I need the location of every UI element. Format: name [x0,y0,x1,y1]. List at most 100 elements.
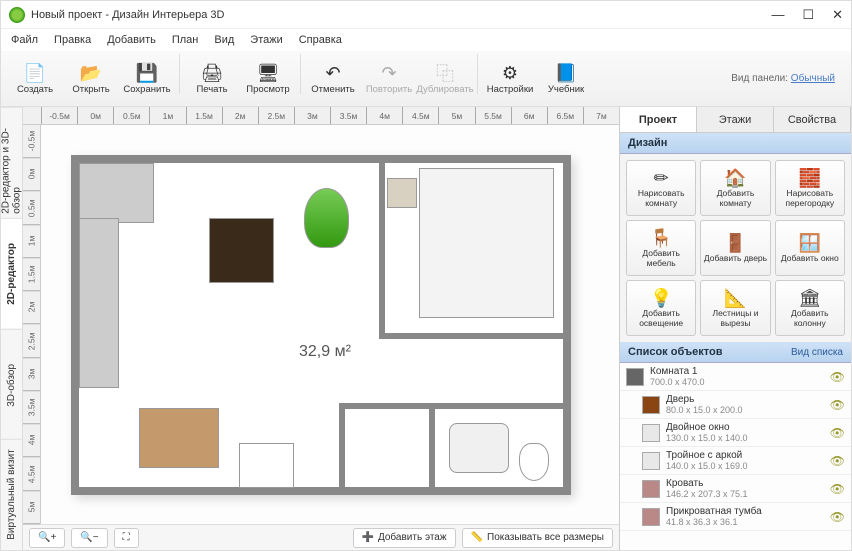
stove[interactable] [239,443,294,488]
room-outline[interactable]: 32,9 м² [71,155,571,495]
visibility-icon[interactable]: 👁 [830,482,845,496]
toolbar-создать[interactable]: 📄Создать [7,54,63,104]
minimize-button[interactable]: — [771,7,784,23]
menu-file[interactable]: Файл [11,34,38,46]
vtab-3[interactable]: Виртуальный визит [1,439,22,550]
ruler-tick: 5.5м [475,107,511,124]
zoom-out-button[interactable]: 🔍− [71,528,107,548]
menu-floors[interactable]: Этажи [250,34,282,46]
canvas-bottombar: 🔍+ 🔍− ⛶ ➕ Добавить этаж 📏 Показывать все… [23,524,619,550]
object-row[interactable]: Двойное окно130.0 x 15.0 x 140.0👁 [620,419,851,447]
object-icon [642,396,660,414]
bathtub[interactable] [449,423,509,473]
object-name: Дверь [666,394,824,405]
design-нарисовать-перегородку[interactable]: 🧱Нарисовать перегородку [775,160,845,216]
visibility-icon[interactable]: 👁 [830,370,845,384]
show-all-sizes-button[interactable]: 📏 Показывать все размеры [462,528,613,548]
object-dims: 700.0 x 470.0 [650,377,824,387]
ruler-tick: 2м [222,107,258,124]
nightstand[interactable] [387,178,417,208]
object-row[interactable]: Комната 1700.0 x 470.0👁 [620,363,851,391]
ruler-tick: 2.5м [258,107,294,124]
objectlist-view-link[interactable]: Вид списка [791,347,843,358]
object-row[interactable]: Кровать146.2 x 207.3 x 75.1 👁 [620,475,851,503]
дублировать-icon: ⿻ [434,62,456,84]
vtab-2[interactable]: 3D-обзор [1,329,22,440]
design-нарисовать-комнату[interactable]: ✏Нарисовать комнату [626,160,696,216]
close-button[interactable]: ✕ [832,7,843,23]
zoom-fit-button[interactable]: ⛶ [114,528,139,548]
object-dims: 146.2 x 207.3 x 75.1 [666,489,824,499]
toolbar-открыть[interactable]: 📂Открыть [63,54,119,104]
design-grid: ✏Нарисовать комнату🏠Добавить комнату🧱Нар… [620,154,851,342]
wall[interactable] [339,403,563,409]
visibility-icon[interactable]: 👁 [830,454,845,468]
toolbar-сохранить[interactable]: 💾Сохранить [119,54,175,104]
design-item-label: Добавить освещение [629,308,693,328]
design-добавить-колонну[interactable]: 🏛Добавить колонну [775,280,845,336]
wall[interactable] [379,163,385,333]
titlebar: Новый проект - Дизайн Интерьера 3D — ☐ ✕ [1,1,851,29]
design-добавить-комнату[interactable]: 🏠Добавить комнату [700,160,770,216]
object-name: Кровать [666,478,824,489]
toolbar-label: Отменить [311,84,354,95]
tab-project[interactable]: Проект [620,107,697,132]
design-добавить-окно[interactable]: 🪟Добавить окно [775,220,845,276]
toolbar-настройки[interactable]: ⚙Настройки [482,54,538,104]
menu-add[interactable]: Добавить [107,34,156,46]
bed[interactable] [419,168,554,318]
design-лестницы-и-вырезы[interactable]: 📐Лестницы и вырезы [700,280,770,336]
table[interactable] [209,218,274,283]
ruler-tick: 1.5м [23,258,40,291]
room-area-label: 32,9 м² [299,343,351,361]
menu-view[interactable]: Вид [214,34,234,46]
vtab-1[interactable]: 2D-редактор [1,218,22,329]
wall[interactable] [429,403,435,493]
design-добавить-мебель[interactable]: 🪑Добавить мебель [626,220,696,276]
panel-mode-link[interactable]: Обычный [791,73,835,84]
design-item-icon: 🧱 [799,168,821,188]
tab-floors[interactable]: Этажи [697,107,774,132]
visibility-icon[interactable]: 👁 [830,510,845,524]
object-row[interactable]: Дверь80.0 x 15.0 x 200.0👁 [620,391,851,419]
design-item-label: Нарисовать перегородку [778,188,842,208]
toolbar-label: Печать [196,84,227,95]
canvas-area: -0.5м0м0.5м1м1.5м2м2.5м3м3.5м4м4.5м5м5.5… [23,107,619,550]
toolbar-учебник[interactable]: 📘Учебник [538,54,594,104]
object-row[interactable]: Прикроватная тумба41.8 x 36.3 x 36.1👁 [620,503,851,531]
sofa[interactable] [79,218,119,388]
floorplan-canvas[interactable]: 32,9 м² [41,125,619,524]
ruler-tick: 4м [23,424,40,457]
toolbar-отменить[interactable]: ↶Отменить [305,54,361,104]
visibility-icon[interactable]: 👁 [830,398,845,412]
design-добавить-дверь[interactable]: 🚪Добавить дверь [700,220,770,276]
toilet[interactable] [519,443,549,481]
zoom-in-button[interactable]: 🔍+ [29,528,65,548]
toolbar-label: Создать [17,84,53,95]
ruler-tick: 1м [149,107,185,124]
menu-edit[interactable]: Правка [54,34,91,46]
toolbar-label: Сохранить [123,84,170,95]
toolbar-печать[interactable]: 🖨Печать [184,54,240,104]
wall[interactable] [339,403,345,493]
wall[interactable] [379,333,563,339]
ruler-tick: -0.5м [23,125,40,158]
add-floor-button[interactable]: ➕ Добавить этаж [353,528,456,548]
toolbar-просмотр[interactable]: 🖥Просмотр [240,54,296,104]
tab-properties[interactable]: Свойства [774,107,851,132]
sofa[interactable] [79,163,154,223]
plant[interactable] [304,188,349,248]
vtab-0[interactable]: 2D-редактор и 3D-обзор [1,107,22,218]
object-name: Прикроватная тумба [666,506,824,517]
ruler-tick: 1.5м [186,107,222,124]
design-item-icon: 💡 [650,288,672,308]
ruler-tick: 5м [23,491,40,524]
dining-table[interactable] [139,408,219,468]
object-row[interactable]: Тройное с аркой140.0 x 15.0 x 169.0👁 [620,447,851,475]
object-icon [642,424,660,442]
menu-help[interactable]: Справка [299,34,342,46]
visibility-icon[interactable]: 👁 [830,426,845,440]
maximize-button[interactable]: ☐ [802,7,814,23]
design-добавить-освещение[interactable]: 💡Добавить освещение [626,280,696,336]
menu-plan[interactable]: План [172,34,199,46]
